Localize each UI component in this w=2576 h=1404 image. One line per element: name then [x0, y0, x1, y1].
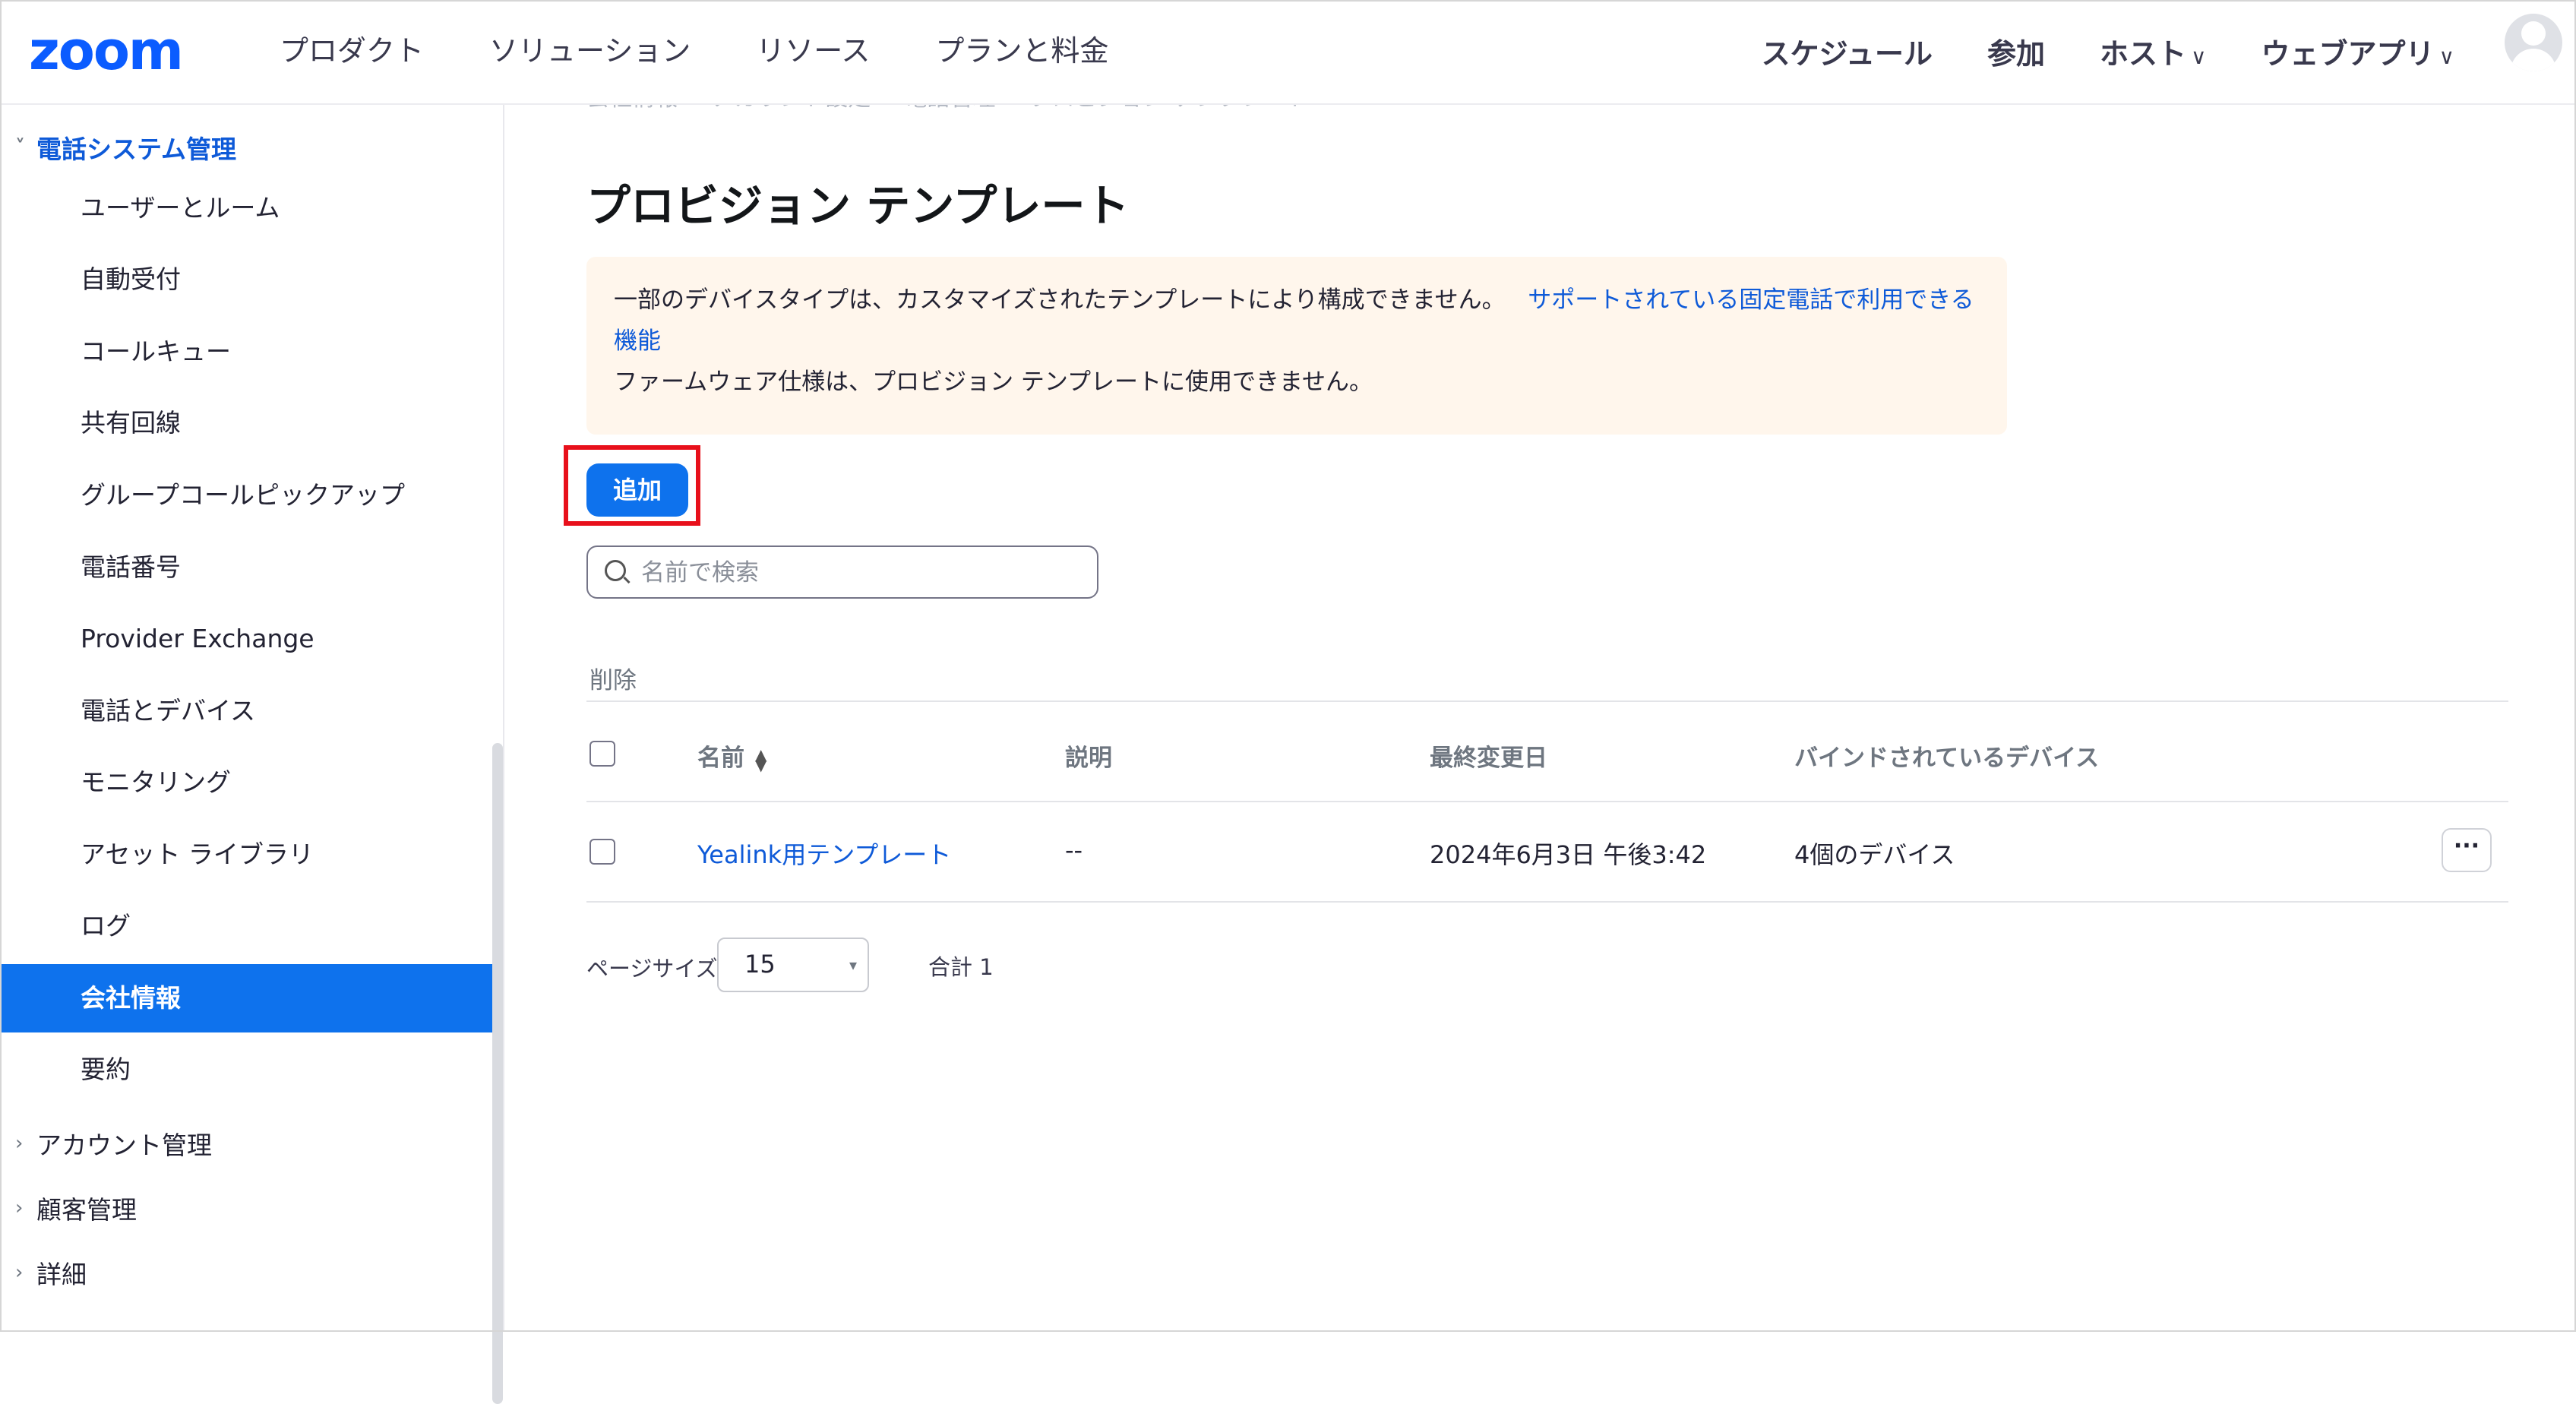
notice-text: 一部のデバイスタイプは、カスタマイズされたテンプレートにより構成できません。	[614, 286, 1506, 314]
nav-join[interactable]: 参加	[1987, 30, 2045, 72]
sidebar-scrollbar[interactable]	[492, 743, 503, 1404]
nav-resources[interactable]: リソース	[756, 27, 870, 69]
search-input[interactable]	[640, 555, 1083, 591]
notice-text-firmware: ファームウェア仕様は、プロビジョン テンプレートに使用できません。	[614, 368, 1373, 396]
main-content: 会社情報 > アカウント設定 > 電話管理 > プロビジョン テンプレート プロ…	[503, 85, 2576, 1332]
nav-product[interactable]: プロダクト	[280, 27, 424, 69]
table-divider	[586, 801, 2508, 802]
sidebar-item-phone-numbers[interactable]: 電話番号	[0, 533, 492, 602]
sidebar-group-label: 電話システム管理	[36, 134, 237, 164]
add-button[interactable]: 追加	[586, 463, 688, 517]
chevron-down-icon: ∨	[2190, 44, 2207, 69]
row-checkbox[interactable]	[589, 839, 615, 865]
total-count: 合計 1	[928, 954, 994, 980]
sidebar-item-asset-library[interactable]: アセット ライブラリ	[0, 821, 492, 889]
table-divider	[586, 700, 2508, 702]
column-header-name[interactable]: 名前 ▲ ▼	[697, 738, 766, 773]
nav-solutions[interactable]: ソリューション	[489, 27, 691, 69]
avatar[interactable]	[2505, 14, 2562, 71]
sidebar-group-customer-management[interactable]: › 顧客管理	[15, 1190, 137, 1226]
zoom-logo[interactable]: zoom	[29, 20, 184, 82]
sidebar-group-label: 顧客管理	[36, 1195, 137, 1225]
nav-webapp[interactable]: ウェブアプリ ∨	[2261, 30, 2454, 72]
sidebar-item-summary[interactable]: 要約	[0, 1036, 492, 1104]
chevron-down-icon: ∨	[2439, 44, 2455, 69]
template-description: --	[1065, 836, 1083, 865]
template-modified-date: 2024年6月3日 午後3:42	[1430, 840, 1707, 869]
chevron-right-icon: ›	[15, 1197, 24, 1219]
chevron-down-icon: ˅	[15, 136, 25, 159]
sidebar-group-account-management[interactable]: › アカウント管理	[15, 1125, 212, 1162]
sidebar-group-advanced[interactable]: › 詳細	[15, 1254, 87, 1291]
top-nav: zoom プロダクト ソリューション リソース プランと料金 スケジュール 参加…	[0, 0, 2576, 105]
template-name-link[interactable]: Yealink用テンプレート	[697, 836, 951, 871]
sidebar-item-monitoring[interactable]: モニタリング	[0, 748, 492, 817]
secondary-nav: スケジュール 参加 ホスト ∨ ウェブアプリ ∨	[1762, 30, 2454, 72]
search-icon	[605, 560, 626, 581]
primary-nav: プロダクト ソリューション リソース プランと料金	[280, 27, 1108, 69]
nav-schedule[interactable]: スケジュール	[1762, 30, 1933, 72]
sidebar-group-phone-system[interactable]: ˅ 電話システム管理	[15, 129, 236, 166]
nav-host-label: ホスト	[2099, 37, 2186, 71]
sidebar-item-provider-exchange[interactable]: Provider Exchange	[0, 605, 492, 673]
column-header-bound-devices: バインドされているデバイス	[1794, 745, 2100, 772]
chevron-right-icon: ›	[15, 1132, 24, 1155]
sidebar-item-phones-devices[interactable]: 電話とデバイス	[0, 677, 492, 745]
chevron-right-icon: ›	[15, 1261, 24, 1284]
delete-button[interactable]: 削除	[589, 661, 637, 695]
sidebar-item-company-info[interactable]: 会社情報	[0, 964, 492, 1032]
page-size-select[interactable]: 15 ▾	[717, 938, 869, 992]
sort-icon: ▲ ▼	[755, 745, 767, 774]
table-divider	[586, 901, 2508, 903]
notice-banner: 一部のデバイスタイプは、カスタマイズされたテンプレートにより構成できません。 サ…	[586, 257, 2007, 435]
sidebar-item-users-rooms[interactable]: ユーザーとルーム	[0, 174, 492, 242]
sidebar: 管理 ˅ 電話システム管理 ユーザーとルーム 自動受付 コールキュー 共有回線 …	[0, 74, 504, 1404]
sidebar-group-label: 詳細	[36, 1260, 87, 1289]
nav-host[interactable]: ホスト ∨	[2100, 30, 2207, 72]
column-header-modified: 最終変更日	[1430, 745, 1547, 772]
sidebar-item-call-queue[interactable]: コールキュー	[0, 318, 492, 386]
search-field[interactable]	[586, 545, 1098, 599]
sidebar-item-shared-lines[interactable]: 共有回線	[0, 389, 492, 457]
sidebar-group-label: アカウント管理	[36, 1130, 212, 1160]
caret-down-icon: ▾	[849, 956, 857, 974]
page-title: プロビジョン テンプレート	[586, 180, 1130, 232]
more-options-button[interactable]: ···	[2442, 828, 2492, 872]
sidebar-item-auto-receptionist[interactable]: 自動受付	[0, 245, 492, 314]
column-header-label: 名前	[697, 745, 744, 772]
column-header-description: 説明	[1065, 745, 1112, 772]
nav-webapp-label: ウェブアプリ	[2261, 37, 2435, 71]
page-size-value: 15	[744, 950, 776, 979]
sidebar-item-logs[interactable]: ログ	[0, 892, 492, 960]
sidebar-item-group-call-pickup[interactable]: グループコールピックアップ	[0, 461, 492, 530]
page-size-label: ページサイズ	[586, 956, 718, 982]
select-all-checkbox[interactable]	[589, 741, 615, 767]
nav-pricing[interactable]: プランと料金	[935, 27, 1108, 69]
template-bound-devices: 4個のデバイス	[1794, 840, 1955, 869]
